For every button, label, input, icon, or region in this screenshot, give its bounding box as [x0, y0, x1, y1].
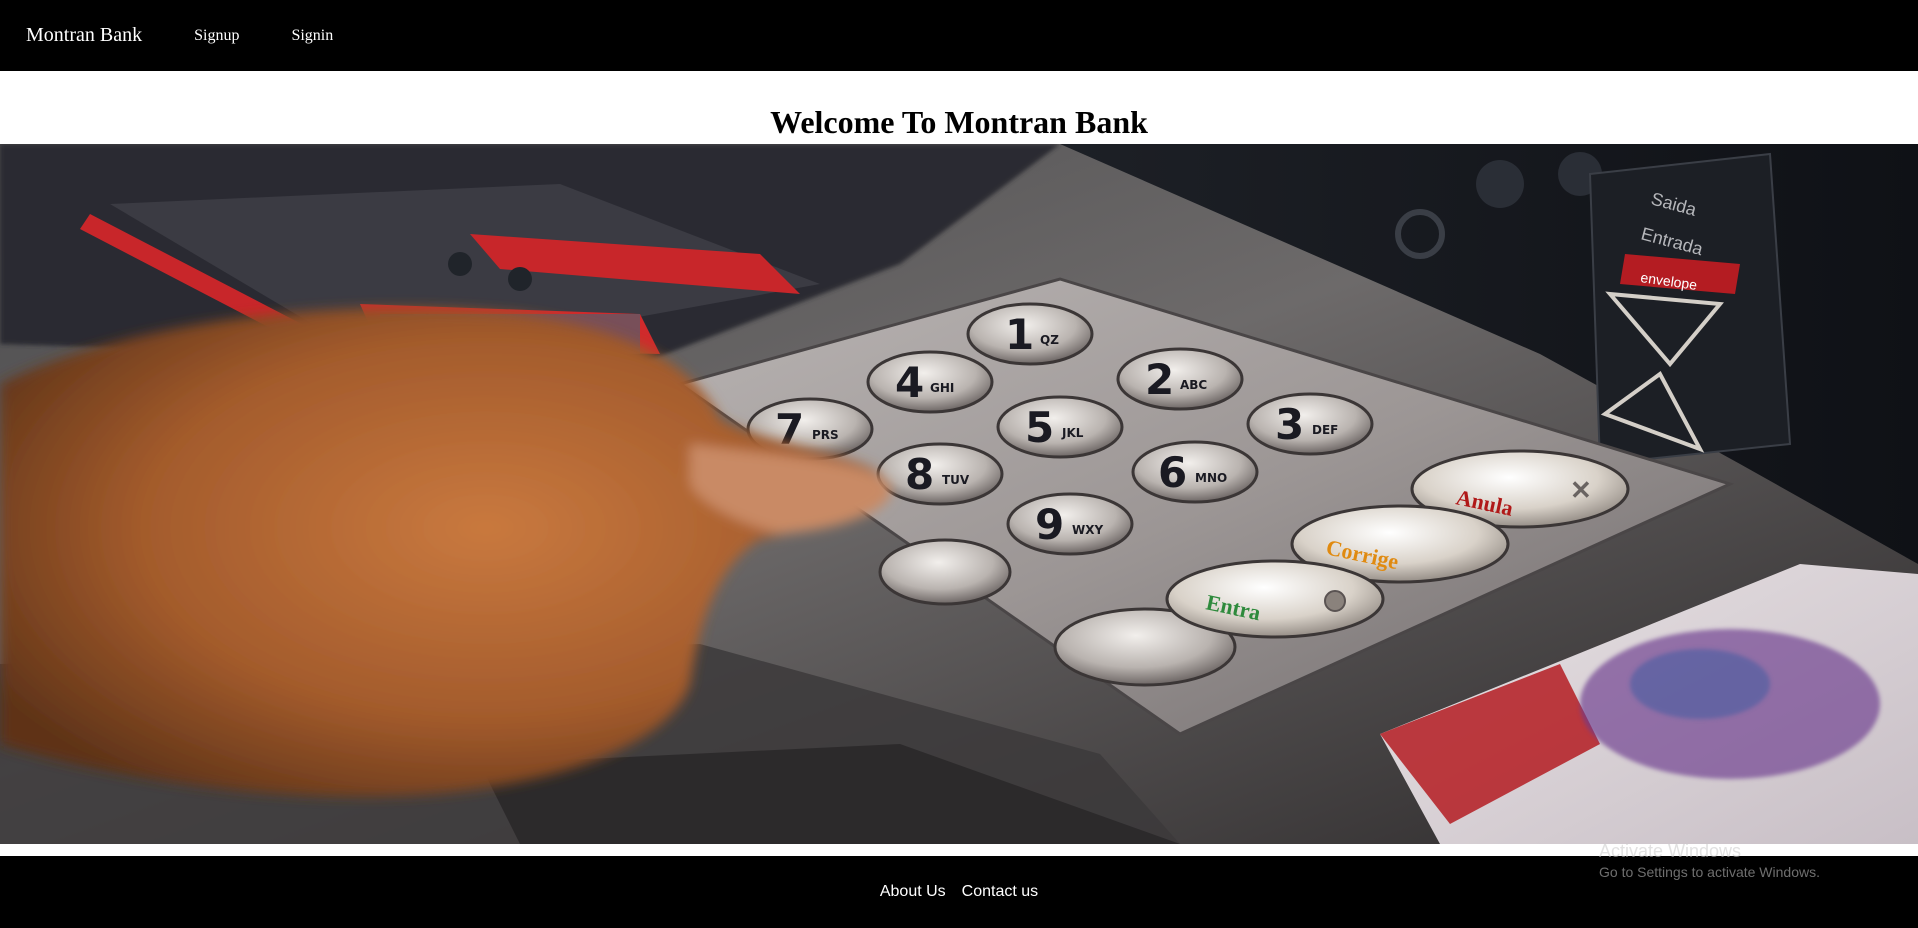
svg-text:MNO: MNO [1195, 471, 1227, 485]
windows-activation-watermark: Activate Windows Go to Settings to activ… [1599, 840, 1820, 882]
svg-text:PRS: PRS [812, 428, 839, 442]
watermark-subtitle: Go to Settings to activate Windows. [1599, 864, 1820, 880]
svg-text:8: 8 [905, 450, 934, 499]
svg-text:1: 1 [1005, 310, 1034, 359]
svg-text:DEF: DEF [1312, 423, 1338, 437]
top-navbar: Montran Bank Signup Signin [0, 0, 1918, 71]
keypad-key-5: 5 JKL [996, 395, 1124, 459]
watermark-title: Activate Windows [1599, 841, 1742, 861]
svg-text:4: 4 [895, 358, 924, 407]
svg-text:3: 3 [1275, 400, 1304, 449]
svg-text:JKL: JKL [1061, 426, 1084, 440]
keypad-key-9: 9 WXY [1006, 492, 1134, 556]
keypad-key-1: 1 QZ [966, 302, 1094, 366]
entra-key: Entra [1165, 559, 1385, 639]
svg-text:9: 9 [1035, 500, 1064, 549]
page-title: Welcome To Montran Bank [770, 104, 1148, 140]
svg-text:QZ: QZ [1040, 333, 1059, 347]
svg-text:ABC: ABC [1180, 378, 1207, 392]
keypad-key-2: 2 ABC [1116, 347, 1244, 411]
keypad-key-blank [878, 538, 1012, 606]
keypad-key-6: 6 MNO [1131, 440, 1259, 504]
svg-text:2: 2 [1145, 355, 1174, 404]
hero-image: Saida Entrada envelope 1 QZ 2 ABC 3 DEF [0, 144, 1918, 844]
contact-us-link[interactable]: Contact us [962, 883, 1038, 901]
svg-text:WXY: WXY [1072, 523, 1103, 537]
svg-text:TUV: TUV [942, 473, 970, 487]
svg-text:6: 6 [1158, 448, 1187, 497]
svg-text:✕: ✕ [1570, 476, 1592, 505]
keypad-key-3: 3 DEF [1246, 392, 1374, 456]
keypad-key-4: 4 GHI [866, 350, 994, 414]
svg-text:GHI: GHI [930, 381, 954, 395]
about-us-link[interactable]: About Us [880, 883, 946, 901]
svg-text:5: 5 [1025, 403, 1054, 452]
signup-link[interactable]: Signup [194, 27, 239, 45]
keypad-key-8: 8 TUV [876, 442, 1004, 506]
signin-link[interactable]: Signin [291, 27, 333, 45]
brand-link[interactable]: Montran Bank [26, 24, 142, 47]
